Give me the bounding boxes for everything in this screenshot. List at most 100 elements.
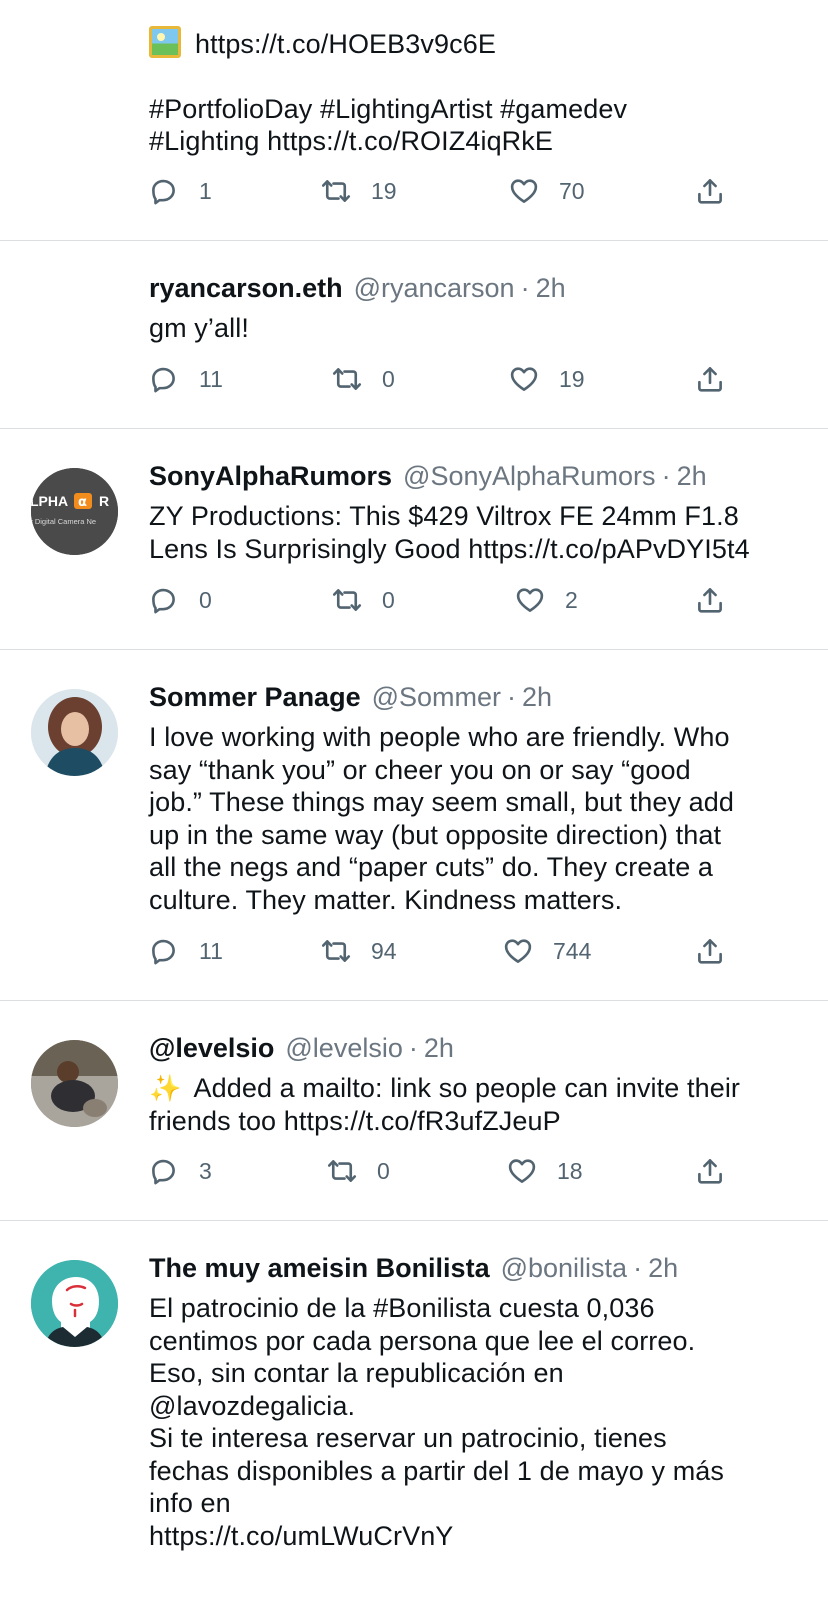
author-handle[interactable]: @levelsio xyxy=(285,1031,402,1065)
retweet-count: 19 xyxy=(371,177,397,204)
retweet-icon xyxy=(327,1156,357,1186)
tweet-text: ✨ Added a mailto: link so people can invi… xyxy=(149,1072,808,1137)
tweet-text: ZY Productions: This $429 Viltrox FE 24m… xyxy=(149,501,750,564)
like-count: 744 xyxy=(553,937,592,964)
heart-icon xyxy=(507,1156,537,1186)
reply-button[interactable]: 1 xyxy=(149,171,212,211)
profile-photo xyxy=(31,1040,118,1127)
tweet-header: @levelsio @levelsio · 2h xyxy=(149,1031,808,1065)
share-button[interactable] xyxy=(695,171,725,211)
tweet-text: #PortfolioDay #LightingArtist #gamedev #… xyxy=(149,93,628,157)
retweet-button[interactable]: 19 xyxy=(321,171,397,211)
tweet-item[interactable]: LPHA α R y Digital Camera Ne SonyAlphaRu… xyxy=(0,429,828,650)
svg-text:y Digital Camera Ne: y Digital Camera Ne xyxy=(31,517,96,526)
reply-count: 3 xyxy=(199,1157,212,1184)
author-name[interactable]: ryancarson.eth xyxy=(149,271,343,305)
author-handle[interactable]: @bonilista xyxy=(501,1251,627,1285)
reply-button[interactable]: 11 xyxy=(149,359,223,399)
retweet-button[interactable]: 0 xyxy=(332,359,395,399)
separator-dot: · xyxy=(507,682,517,712)
reply-count: 1 xyxy=(199,177,212,204)
retweet-icon xyxy=(332,364,362,394)
avatar[interactable] xyxy=(31,689,118,776)
tweet-item[interactable]: Sommer Panage @Sommer · 2h I love workin… xyxy=(0,650,828,1001)
share-button[interactable] xyxy=(695,931,725,971)
tweet-content: The muy ameisin Bonilista @bonilista · 2… xyxy=(149,1251,808,1552)
share-button[interactable] xyxy=(695,1151,725,1191)
share-icon xyxy=(695,585,725,615)
heart-icon xyxy=(509,364,539,394)
tweet-time[interactable]: 2h xyxy=(677,459,707,493)
tweet-text: El patrocinio de la #Bonilista cuesta 0,… xyxy=(149,1293,724,1551)
retweet-count: 0 xyxy=(382,365,395,392)
share-button[interactable] xyxy=(695,580,725,620)
sparkles-icon: ✨ xyxy=(149,1073,182,1103)
author-name[interactable]: @levelsio xyxy=(149,1031,274,1065)
author-name[interactable]: Sommer Panage xyxy=(149,680,361,714)
like-count: 18 xyxy=(557,1157,583,1184)
reply-count: 11 xyxy=(199,365,223,392)
share-icon xyxy=(695,1156,725,1186)
avatar[interactable]: LPHA α R y Digital Camera Ne xyxy=(31,468,118,555)
svg-text:α: α xyxy=(78,495,87,510)
share-icon xyxy=(695,936,725,966)
share-icon xyxy=(695,176,725,206)
tweet-header: Sommer Panage @Sommer · 2h xyxy=(149,680,808,714)
framed-picture-icon xyxy=(149,26,181,58)
reply-icon xyxy=(149,1156,179,1186)
like-button[interactable]: 2 xyxy=(515,580,578,620)
avatar[interactable] xyxy=(31,1260,118,1347)
tweet-time[interactable]: 2h xyxy=(536,271,566,305)
tweet-item[interactable]: https://t.co/HOEB3v9c6E #PortfolioDay #L… xyxy=(0,0,828,241)
retweet-count: 0 xyxy=(377,1157,390,1184)
avatar[interactable] xyxy=(31,1040,118,1127)
tweet-actions: 0 0 2 xyxy=(149,580,729,620)
bonilista-logo xyxy=(31,1260,118,1347)
tweet-actions: 11 94 744 xyxy=(149,931,729,971)
reply-icon xyxy=(149,176,179,206)
tweet-header: SonyAlphaRumors @SonyAlphaRumors · 2h xyxy=(149,459,808,493)
tweet-content: @levelsio @levelsio · 2h ✨ Added a mailto… xyxy=(149,1031,808,1137)
reply-count: 0 xyxy=(199,586,212,613)
reply-button[interactable]: 3 xyxy=(149,1151,212,1191)
svg-text:R: R xyxy=(99,493,109,509)
retweet-button[interactable]: 0 xyxy=(332,580,395,620)
like-count: 2 xyxy=(565,586,578,613)
retweet-icon xyxy=(321,176,351,206)
svg-text:LPHA: LPHA xyxy=(31,493,68,509)
tweet-content: https://t.co/HOEB3v9c6E #PortfolioDay #L… xyxy=(149,26,808,158)
reply-icon xyxy=(149,585,179,615)
tweet-link[interactable]: https://t.co/HOEB3v9c6E xyxy=(195,29,496,59)
reply-button[interactable]: 0 xyxy=(149,580,212,620)
retweet-button[interactable]: 0 xyxy=(327,1151,390,1191)
author-handle[interactable]: @Sommer xyxy=(372,680,501,714)
tweet-actions: 3 0 18 xyxy=(149,1151,729,1191)
author-handle[interactable]: @SonyAlphaRumors xyxy=(403,459,656,493)
like-button[interactable]: 18 xyxy=(507,1151,583,1191)
separator-dot: · xyxy=(661,461,671,491)
heart-icon xyxy=(515,585,545,615)
reply-count: 11 xyxy=(199,937,223,964)
heart-icon xyxy=(503,936,533,966)
tweet-item[interactable]: ryancarson.eth @ryancarson · 2h gm y’all… xyxy=(0,241,828,429)
share-button[interactable] xyxy=(695,359,725,399)
tweet-item[interactable]: The muy ameisin Bonilista @bonilista · 2… xyxy=(0,1221,828,1608)
like-button[interactable]: 19 xyxy=(509,359,585,399)
author-handle[interactable]: @ryancarson xyxy=(354,271,515,305)
sony-alpha-rumors-logo: LPHA α R y Digital Camera Ne xyxy=(31,468,118,555)
author-name[interactable]: The muy ameisin Bonilista xyxy=(149,1251,490,1285)
tweet-time[interactable]: 2h xyxy=(522,680,552,714)
tweet-header: ryancarson.eth @ryancarson · 2h xyxy=(149,271,808,305)
retweet-icon xyxy=(321,936,351,966)
like-button[interactable]: 744 xyxy=(503,931,591,971)
like-button[interactable]: 70 xyxy=(509,171,585,211)
tweet-time[interactable]: 2h xyxy=(424,1031,454,1065)
tweet-text: I love working with people who are frien… xyxy=(149,722,734,915)
tweet-time[interactable]: 2h xyxy=(648,1251,678,1285)
tweet-item[interactable]: @levelsio @levelsio · 2h ✨ Added a mailto… xyxy=(0,1001,828,1221)
author-name[interactable]: SonyAlphaRumors xyxy=(149,459,392,493)
like-count: 19 xyxy=(559,365,585,392)
reply-button[interactable]: 11 xyxy=(149,931,223,971)
retweet-button[interactable]: 94 xyxy=(321,931,397,971)
tweet-header: The muy ameisin Bonilista @bonilista · 2… xyxy=(149,1251,808,1285)
